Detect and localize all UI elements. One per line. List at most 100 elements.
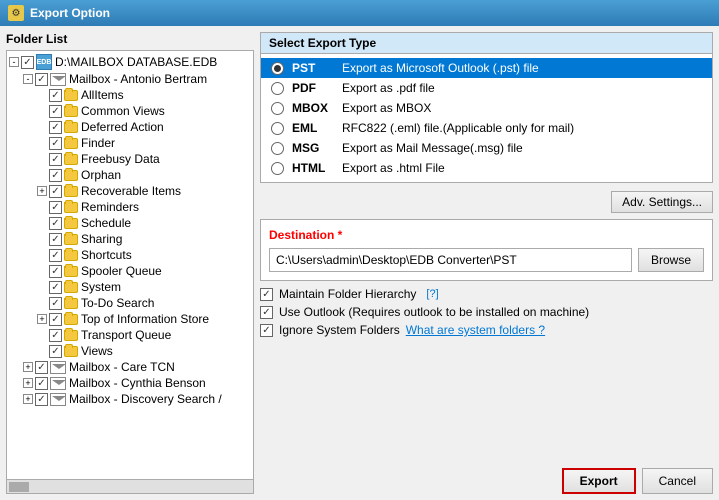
horizontal-scrollbar[interactable] [6,480,254,494]
tree-label-top-info: Top of Information Store [81,312,209,326]
browse-button[interactable]: Browse [638,248,704,272]
checkbox-transport[interactable] [49,329,62,342]
tree-item-shortcuts[interactable]: Shortcuts [9,247,251,263]
checkbox-option-folder-hierarchy[interactable] [260,288,273,301]
link-ignore-system[interactable]: What are system folders ? [406,323,545,337]
tree-label-shortcuts: Shortcuts [81,248,132,262]
checkbox-spooler[interactable] [49,265,62,278]
tree-item-spooler[interactable]: Spooler Queue [9,263,251,279]
folder-icon-common-views [64,106,78,117]
option-row-use-outlook: Use Outlook (Requires outlook to be inst… [260,305,713,319]
checkbox-mailbox-discovery[interactable] [35,393,48,406]
tree-item-edb[interactable]: -EDBD:\MAILBOX DATABASE.EDB [9,53,251,71]
tree-item-allitems[interactable]: AllItems [9,87,251,103]
expand-icon-mailbox-antonio[interactable]: - [23,74,33,84]
checkbox-reminders[interactable] [49,201,62,214]
option-row-ignore-system: Ignore System FoldersWhat are system fol… [260,323,713,337]
folder-tree[interactable]: -EDBD:\MAILBOX DATABASE.EDB-Mailbox - An… [6,50,254,480]
tree-item-mailbox-cynthia[interactable]: +Mailbox - Cynthia Benson [9,375,251,391]
checkbox-allitems[interactable] [49,89,62,102]
checkbox-top-info[interactable] [49,313,62,326]
export-button[interactable]: Export [562,468,636,494]
destination-label: Destination * [269,228,704,242]
expand-icon-recoverable[interactable]: + [37,186,47,196]
checkbox-todo[interactable] [49,297,62,310]
expand-icon-edb[interactable]: - [9,57,19,67]
mailbox-icon-mailbox-care [50,361,66,374]
expand-icon-mailbox-cynthia[interactable]: + [23,378,33,388]
radio-pst[interactable] [271,62,284,75]
folder-icon-recoverable [64,186,78,197]
export-option-html[interactable]: HTMLExport as .html File [261,158,712,178]
cancel-button[interactable]: Cancel [642,468,713,494]
adv-settings-button[interactable]: Adv. Settings... [611,191,713,213]
checkbox-deferred-action[interactable] [49,121,62,134]
checkbox-recoverable[interactable] [49,185,62,198]
tree-item-reminders[interactable]: Reminders [9,199,251,215]
checkbox-edb[interactable] [21,56,34,69]
tree-item-mailbox-discovery[interactable]: +Mailbox - Discovery Search / [9,391,251,407]
folder-icon-allitems [64,90,78,101]
option-name-pdf: PDF [292,81,342,95]
tree-item-recoverable[interactable]: +Recoverable Items [9,183,251,199]
tree-item-common-views[interactable]: Common Views [9,103,251,119]
destination-row: Browse [269,248,704,272]
tree-item-todo[interactable]: To-Do Search [9,295,251,311]
checkbox-option-ignore-system[interactable] [260,324,273,337]
checkbox-option-use-outlook[interactable] [260,306,273,319]
tree-item-deferred-action[interactable]: Deferred Action [9,119,251,135]
tree-item-mailbox-care[interactable]: + Mailbox - Care TCN [9,359,251,375]
option-name-eml: EML [292,121,342,135]
tree-item-freebusy[interactable]: Freebusy Data [9,151,251,167]
option-desc-mbox: Export as MBOX [342,101,431,115]
radio-html[interactable] [271,162,284,175]
folder-icon-spooler [64,266,78,277]
help-link-folder-hierarchy[interactable]: [?] [426,288,438,300]
tree-item-schedule[interactable]: Schedule [9,215,251,231]
tree-item-sharing[interactable]: Sharing [9,231,251,247]
checkbox-finder[interactable] [49,137,62,150]
checkbox-common-views[interactable] [49,105,62,118]
expand-icon-top-info[interactable]: + [37,314,47,324]
tree-item-finder[interactable]: Finder [9,135,251,151]
export-option-msg[interactable]: MSGExport as Mail Message(.msg) file [261,138,712,158]
checkbox-sharing[interactable] [49,233,62,246]
checkbox-orphan[interactable] [49,169,62,182]
checkbox-views[interactable] [49,345,62,358]
tree-item-views[interactable]: Views [9,343,251,359]
radio-mbox[interactable] [271,102,284,115]
export-option-pdf[interactable]: PDFExport as .pdf file [261,78,712,98]
mailbox-icon-mailbox-cynthia [50,377,66,390]
expand-icon-mailbox-care[interactable]: + [23,362,33,372]
expand-icon-mailbox-discovery[interactable]: + [23,394,33,404]
tree-item-top-info[interactable]: + Top of Information Store [9,311,251,327]
title-bar: ⚙ Export Option [0,0,719,26]
checkbox-mailbox-care[interactable] [35,361,48,374]
export-option-eml[interactable]: EMLRFC822 (.eml) file.(Applicable only f… [261,118,712,138]
checkbox-freebusy[interactable] [49,153,62,166]
tree-item-transport[interactable]: Transport Queue [9,327,251,343]
export-option-pst[interactable]: PSTExport as Microsoft Outlook (.pst) fi… [261,58,712,78]
checkbox-mailbox-antonio[interactable] [35,73,48,86]
tree-label-common-views: Common Views [81,104,165,118]
radio-pdf[interactable] [271,82,284,95]
export-option-mbox[interactable]: MBOXExport as MBOX [261,98,712,118]
tree-label-edb: D:\MAILBOX DATABASE.EDB [55,55,217,69]
checkbox-schedule[interactable] [49,217,62,230]
radio-msg[interactable] [271,142,284,155]
tree-label-mailbox-care: Mailbox - Care TCN [69,360,175,374]
radio-eml[interactable] [271,122,284,135]
tree-item-orphan[interactable]: Orphan [9,167,251,183]
tree-item-mailbox-antonio[interactable]: -Mailbox - Antonio Bertram [9,71,251,87]
checkbox-shortcuts[interactable] [49,249,62,262]
destination-input[interactable] [269,248,632,272]
folder-icon-shortcuts [64,250,78,261]
checkbox-system[interactable] [49,281,62,294]
folder-icon-transport [64,330,78,341]
right-panel: Select Export Type PSTExport as Microsof… [260,32,713,494]
checkbox-mailbox-cynthia[interactable] [35,377,48,390]
mailbox-icon-mailbox-discovery [50,393,66,406]
option-row-folder-hierarchy: Maintain Folder Hierarchy[?] [260,287,713,301]
tree-item-system[interactable]: System [9,279,251,295]
tree-label-system: System [81,280,121,294]
